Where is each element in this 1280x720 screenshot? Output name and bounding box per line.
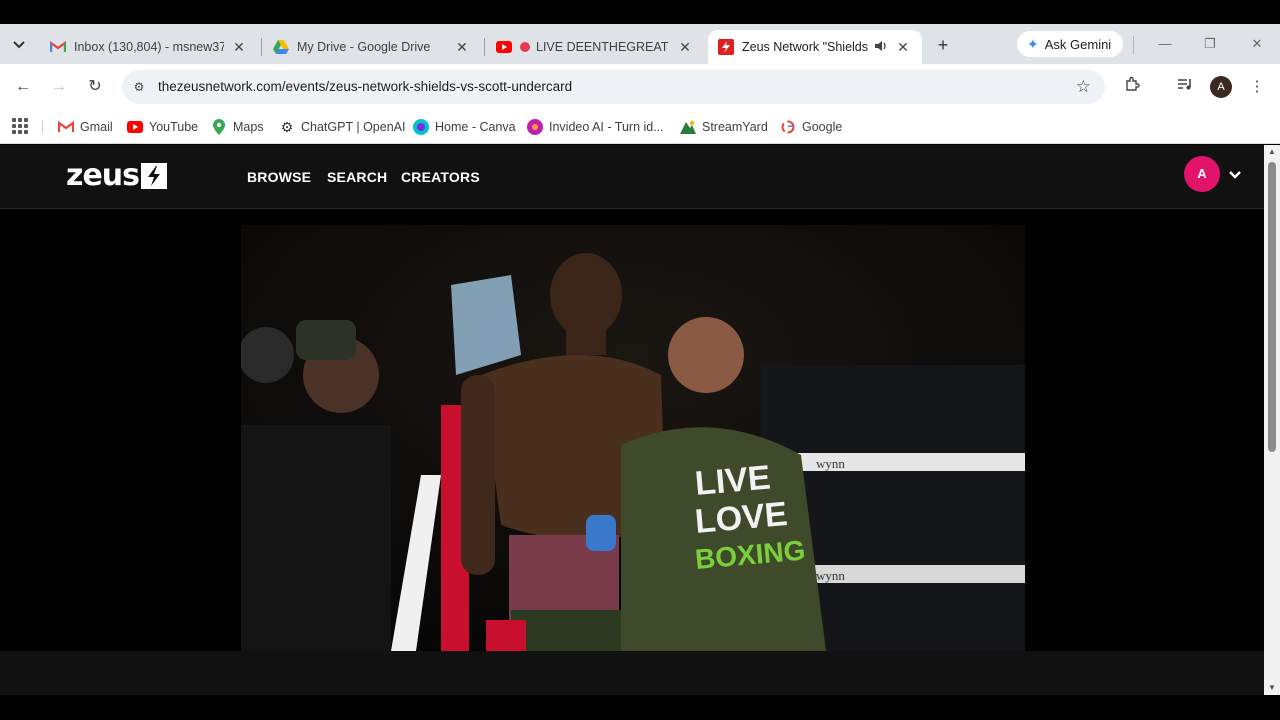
scrollbar-thumb[interactable] bbox=[1268, 162, 1276, 452]
media-control-icon[interactable] bbox=[1174, 76, 1196, 98]
top-black-band bbox=[0, 0, 1280, 24]
profile-avatar[interactable]: A bbox=[1210, 76, 1232, 98]
google-icon bbox=[780, 119, 796, 135]
address-bar[interactable]: ⚙ thezeusnetwork.com/events/zeus-network… bbox=[122, 70, 1105, 104]
divider bbox=[1133, 36, 1134, 54]
gmail-icon bbox=[58, 119, 74, 135]
close-icon[interactable]: ✕ bbox=[676, 39, 694, 56]
site-info-icon[interactable]: ⚙ bbox=[130, 78, 148, 96]
tab-title: LIVE DEENTHEGREAT X A bbox=[536, 40, 670, 54]
youtube-icon bbox=[496, 39, 512, 55]
bookmark-label: ChatGPT | OpenAI bbox=[301, 120, 406, 134]
close-icon[interactable]: ✕ bbox=[230, 39, 248, 56]
tab-search-button[interactable] bbox=[6, 32, 32, 58]
gmail-icon bbox=[50, 39, 66, 55]
openai-icon: ⚙ bbox=[280, 118, 294, 135]
bottom-black-band bbox=[0, 695, 1280, 720]
forward-arrow-icon[interactable]: → bbox=[48, 76, 70, 98]
zeus-page: zeus BROWSE SEARCH CREATORS A wynn wynn … bbox=[0, 145, 1264, 720]
nav-search[interactable]: SEARCH bbox=[327, 169, 387, 185]
tab-google-drive[interactable]: My Drive - Google Drive ✕ bbox=[263, 30, 481, 64]
apps-grid-icon[interactable] bbox=[12, 118, 28, 134]
google-drive-icon bbox=[273, 39, 289, 55]
tab-title: My Drive - Google Drive bbox=[297, 40, 431, 54]
bookmark-invideo[interactable]: Invideo AI - Turn id... bbox=[527, 117, 664, 137]
boxing-video-frame: wynn wynn LIVE LOVE BOXING bbox=[241, 225, 1025, 651]
bookmark-label: Maps bbox=[233, 120, 264, 134]
tab-title: Inbox (130,804) - msnew37@ bbox=[74, 40, 224, 54]
bookmarks-bar: Gmail YouTube Maps ⚙ ChatGPT | OpenAI Ho… bbox=[0, 110, 1280, 144]
bookmark-label: Invideo AI - Turn id... bbox=[549, 120, 664, 134]
bookmark-google[interactable]: Google bbox=[780, 117, 842, 137]
gemini-label: Ask Gemini bbox=[1044, 36, 1112, 52]
logo-wordmark: zeus bbox=[66, 158, 140, 193]
bookmark-star-icon[interactable]: ☆ bbox=[1076, 77, 1091, 97]
lightning-bolt-icon bbox=[141, 163, 168, 189]
chevron-down-icon[interactable] bbox=[1227, 167, 1243, 183]
streamyard-icon bbox=[680, 119, 696, 135]
minimize-icon[interactable]: — bbox=[1155, 34, 1175, 54]
chevron-down-icon bbox=[13, 41, 25, 49]
tab-divider bbox=[484, 38, 485, 56]
zeus-icon bbox=[718, 39, 734, 55]
reload-icon[interactable]: ↻ bbox=[84, 76, 106, 98]
rope-sponsor-text: wynn bbox=[816, 456, 845, 471]
tab-title: Zeus Network "Shields v bbox=[742, 40, 870, 54]
nav-creators[interactable]: CREATORS bbox=[401, 169, 480, 185]
bookmark-canva[interactable]: Home - Canva bbox=[413, 117, 516, 137]
canva-icon bbox=[413, 119, 429, 135]
new-tab-button[interactable]: + bbox=[932, 34, 954, 56]
close-window-icon[interactable]: ✕ bbox=[1247, 34, 1267, 54]
invideo-icon bbox=[527, 119, 543, 135]
tab-gmail[interactable]: Inbox (130,804) - msnew37@ ✕ bbox=[40, 30, 258, 64]
page-footer-bar bbox=[0, 651, 1264, 695]
tab-strip: Inbox (130,804) - msnew37@ ✕ My Drive - … bbox=[0, 24, 1280, 64]
gemini-sparkle-icon: ✦ bbox=[1027, 35, 1039, 52]
maps-icon bbox=[211, 119, 227, 135]
bookmark-label: YouTube bbox=[149, 120, 199, 134]
shirt-text-love: LOVE bbox=[693, 495, 789, 541]
zeus-logo[interactable]: zeus bbox=[66, 158, 168, 193]
bookmark-maps[interactable]: Maps bbox=[211, 117, 264, 137]
bookmark-streamyard[interactable]: StreamYard bbox=[680, 117, 768, 137]
url-text[interactable]: thezeusnetwork.com/events/zeus-network-s… bbox=[158, 79, 572, 94]
ask-gemini-button[interactable]: ✦ Ask Gemini bbox=[1017, 31, 1124, 57]
bookmark-label: StreamYard bbox=[702, 120, 768, 134]
bookmark-label: Google bbox=[802, 120, 843, 134]
bookmark-label: Gmail bbox=[80, 120, 113, 134]
bookmark-gmail[interactable]: Gmail bbox=[58, 117, 113, 137]
user-avatar[interactable]: A bbox=[1184, 156, 1220, 192]
nav-browse[interactable]: BROWSE bbox=[247, 169, 311, 185]
tab-youtube-live[interactable]: LIVE DEENTHEGREAT X A ✕ bbox=[486, 30, 704, 64]
rope-sponsor-text: wynn bbox=[816, 568, 845, 583]
back-arrow-icon[interactable]: ← bbox=[12, 76, 34, 98]
video-player[interactable]: wynn wynn LIVE LOVE BOXING bbox=[241, 225, 1025, 651]
site-header: zeus BROWSE SEARCH CREATORS A bbox=[0, 145, 1264, 209]
close-icon[interactable]: ✕ bbox=[453, 39, 471, 56]
tab-divider bbox=[261, 38, 262, 56]
bookmark-youtube[interactable]: YouTube bbox=[127, 117, 198, 137]
restore-icon[interactable]: ❐ bbox=[1200, 34, 1220, 54]
menu-kebab-icon[interactable]: ⋮ bbox=[1246, 76, 1268, 98]
close-icon[interactable]: ✕ bbox=[894, 39, 912, 56]
live-dot-icon bbox=[520, 42, 530, 52]
bookmark-label: Home - Canva bbox=[435, 120, 516, 134]
scroll-down-icon[interactable]: ▼ bbox=[1268, 683, 1276, 692]
divider bbox=[42, 120, 43, 134]
bookmark-chatgpt[interactable]: ⚙ ChatGPT | OpenAI bbox=[279, 117, 406, 137]
speaker-icon[interactable] bbox=[874, 39, 888, 56]
tab-zeus-network[interactable]: Zeus Network "Shields v ✕ bbox=[708, 30, 922, 64]
extensions-icon[interactable] bbox=[1121, 76, 1143, 98]
youtube-icon bbox=[127, 119, 143, 135]
browser-toolbar: ← → ↻ ⚙ thezeusnetwork.com/events/zeus-n… bbox=[0, 64, 1280, 110]
scroll-up-icon[interactable]: ▲ bbox=[1268, 147, 1276, 156]
